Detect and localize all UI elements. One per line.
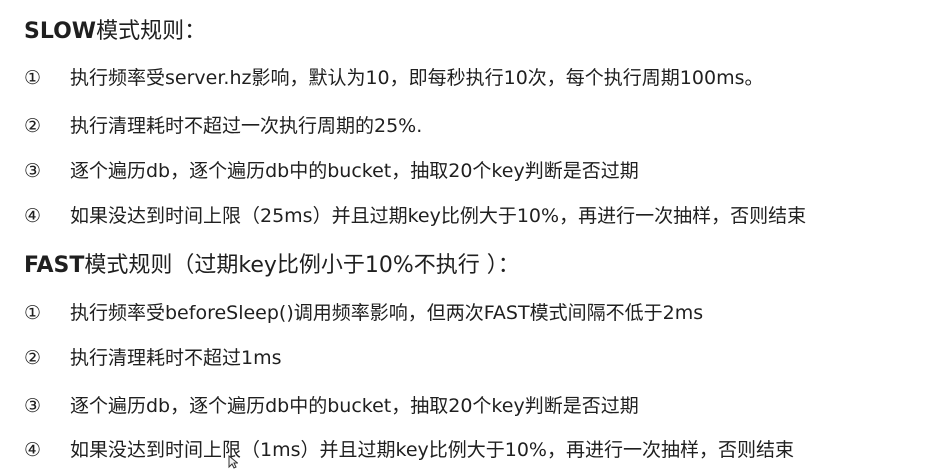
rule-text: 执行频率受server.hz影响，默认为10，即每秒执行10次，每个执行周期10… [70, 67, 764, 89]
slow-rule-2: ② 执行清理耗时不超过一次执行周期的25%. [24, 112, 422, 140]
fast-rule-1: ① 执行频率受beforeSleep()调用频率影响，但两次FAST模式间隔不低于… [24, 299, 703, 327]
rule-number: ④ [24, 205, 42, 227]
rule-text: 执行清理耗时不超过1ms [70, 347, 282, 369]
rule-text: 执行频率受beforeSleep()调用频率影响，但两次FAST模式间隔不低于2… [70, 302, 704, 324]
rule-number: ① [24, 67, 42, 89]
slow-mode-heading-suffix: 模式规则： [96, 19, 207, 44]
fast-rule-2: ② 执行清理耗时不超过1ms [24, 344, 282, 372]
rule-text: 执行清理耗时不超过一次执行周期的25%. [70, 115, 423, 137]
fast-mode-keyword: FAST [24, 253, 85, 278]
slow-mode-keyword: SLOW [24, 19, 97, 44]
rule-number: ② [24, 347, 42, 369]
rule-text: 如果没达到时间上限（1ms）并且过期key比例大于10%，再进行一次抽样，否则结… [70, 439, 794, 461]
rule-number: ③ [24, 395, 42, 417]
rule-number: ③ [24, 160, 42, 182]
document-page: SLOW模式规则： ① 执行频率受server.hz影响，默认为10，即每秒执行1… [0, 0, 935, 471]
slow-rule-4: ④ 如果没达到时间上限（25ms）并且过期key比例大于10%，再进行一次抽样，否… [24, 202, 806, 230]
slow-rule-1: ① 执行频率受server.hz影响，默认为10，即每秒执行10次，每个执行周期1… [24, 64, 763, 92]
rule-number: ① [24, 302, 42, 324]
slow-rule-3: ③ 逐个遍历db，逐个遍历db中的bucket，抽取20个key判断是否过期 [24, 157, 639, 185]
fast-mode-heading-suffix: 模式规则（过期key比例小于10%不执行 ）： [84, 253, 520, 278]
rule-text: 如果没达到时间上限（25ms）并且过期key比例大于10%，再进行一次抽样，否则… [70, 205, 807, 227]
rule-text: 逐个遍历db，逐个遍历db中的bucket，抽取20个key判断是否过期 [70, 395, 639, 417]
rule-number: ④ [24, 439, 42, 461]
fast-rule-3: ③ 逐个遍历db，逐个遍历db中的bucket，抽取20个key判断是否过期 [24, 392, 639, 420]
mouse-cursor-icon [228, 455, 238, 469]
rule-text: 逐个遍历db，逐个遍历db中的bucket，抽取20个key判断是否过期 [70, 160, 639, 182]
fast-mode-heading: FAST模式规则（过期key比例小于10%不执行 ）： [24, 252, 520, 280]
slow-mode-heading: SLOW模式规则： [24, 18, 206, 46]
fast-rule-4: ④ 如果没达到时间上限（1ms）并且过期key比例大于10%，再进行一次抽样，否则… [24, 436, 794, 464]
rule-number: ② [24, 115, 42, 137]
